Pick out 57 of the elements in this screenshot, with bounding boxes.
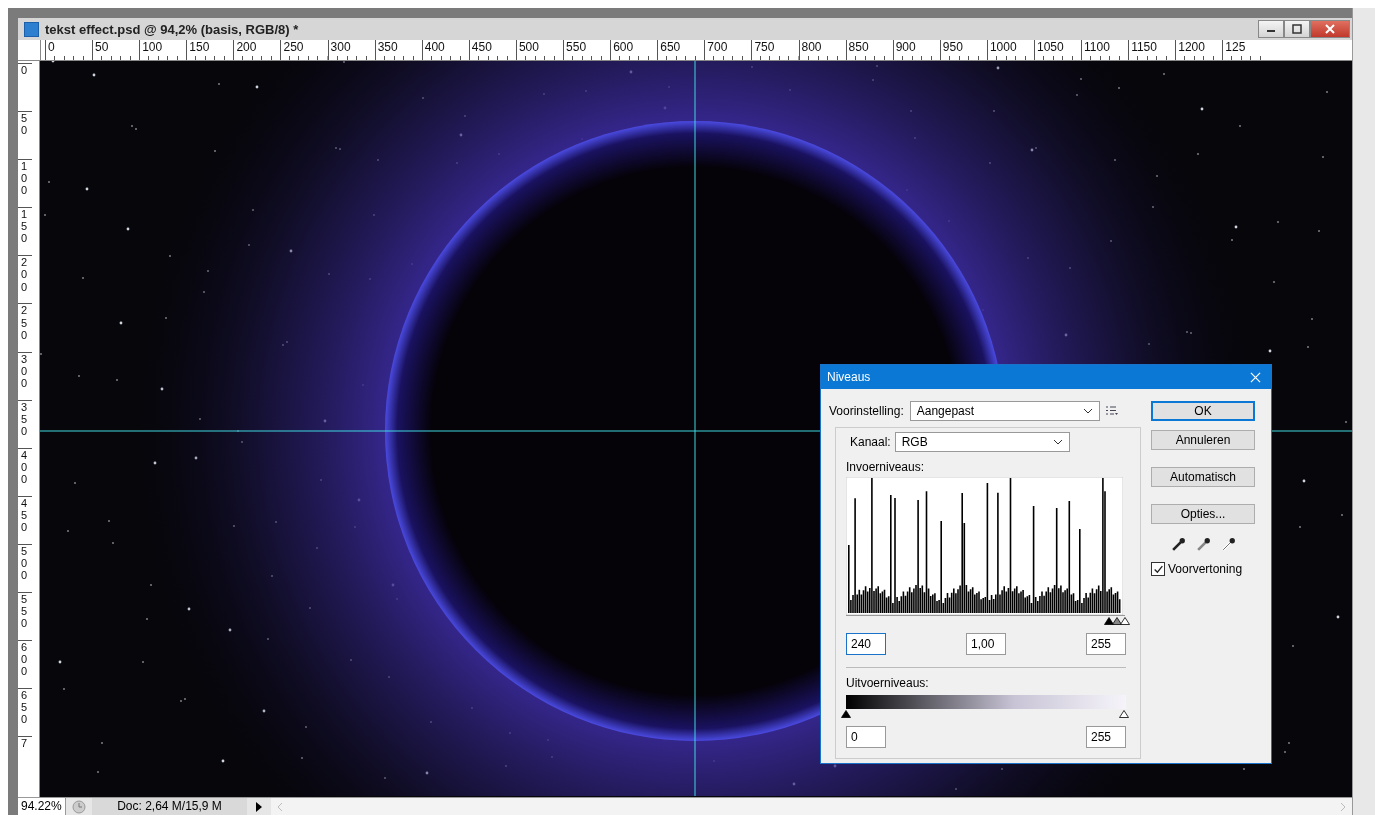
output-levels-label: Uitvoerniveaus: [846, 676, 930, 690]
input-field[interactable]: 240 [846, 633, 886, 655]
ruler-label: 750 [751, 40, 799, 60]
channel-dropdown[interactable]: RGB [894, 432, 1070, 452]
slider-handle[interactable] [1111, 617, 1122, 625]
ruler-label: 600 [18, 640, 32, 689]
zoom-field[interactable]: 94.22% [18, 798, 66, 815]
ruler-label: 250 [280, 40, 328, 60]
ruler-label: 550 [18, 592, 32, 641]
minimize-button[interactable] [1258, 20, 1284, 38]
input-field[interactable]: 255 [1086, 633, 1126, 655]
preset-label: Voorinstelling: [829, 404, 904, 418]
window-title: tekst effect.psd @ 94,2% (basis, RGB/8) * [45, 21, 299, 37]
ruler-label: 7 [18, 736, 32, 785]
ruler-label: 650 [18, 688, 32, 737]
preview-checkbox[interactable] [1151, 562, 1165, 576]
ruler-label: 300 [18, 351, 32, 400]
dialog-title: Niveaus [827, 370, 871, 384]
slider-handle[interactable] [841, 710, 851, 718]
ruler-label: 450 [18, 495, 32, 544]
ruler-label: 100 [18, 159, 32, 208]
dialog-button[interactable]: Annuleren [1151, 430, 1255, 450]
close-icon[interactable] [1250, 371, 1261, 383]
preview-label: Voorvertoning [1168, 562, 1243, 576]
dialog-button[interactable]: OK [1151, 401, 1255, 421]
chevron-down-icon [1052, 439, 1063, 445]
input-field[interactable]: 255 [1086, 726, 1126, 748]
input-field[interactable]: 0 [846, 726, 886, 748]
eyedropper-icon[interactable] [1195, 537, 1211, 552]
ruler-label: 150 [18, 207, 32, 256]
ruler-label: 350 [18, 399, 32, 448]
chevron-down-icon [1082, 408, 1093, 414]
input-levels-label: Invoerniveaus: [846, 460, 926, 474]
menu-icon[interactable] [1105, 406, 1118, 416]
slider-handle[interactable] [1119, 710, 1129, 718]
restore-button[interactable] [1284, 20, 1310, 38]
ruler-label: 400 [18, 447, 32, 496]
channel-label: Kanaal: [850, 435, 891, 449]
dialog-button[interactable]: Automatisch [1151, 467, 1255, 487]
play-arrow-icon[interactable] [255, 801, 263, 812]
ruler-label: 200 [18, 255, 32, 304]
ruler-label: 250 [18, 303, 32, 352]
document-size: Doc: 2,64 M/15,9 M [92, 798, 247, 815]
ruler-label: 500 [18, 543, 32, 593]
restore-icon [1292, 24, 1302, 34]
ruler-label: 50 [18, 111, 32, 160]
close-icon [1325, 24, 1335, 34]
app-logo-icon [24, 21, 39, 37]
slider-handle[interactable] [1120, 617, 1130, 625]
eyedropper-icon[interactable] [1170, 537, 1186, 552]
ruler-label: 0 [18, 63, 32, 112]
slider-handle[interactable] [1103, 617, 1114, 625]
input-field[interactable]: 1,00 [966, 633, 1006, 655]
eyedropper-icon[interactable] [1220, 537, 1236, 552]
dialog-button[interactable]: Opties... [1151, 504, 1255, 524]
preset-dropdown[interactable]: Aangepast [909, 401, 1100, 421]
close-button[interactable] [1310, 20, 1350, 38]
